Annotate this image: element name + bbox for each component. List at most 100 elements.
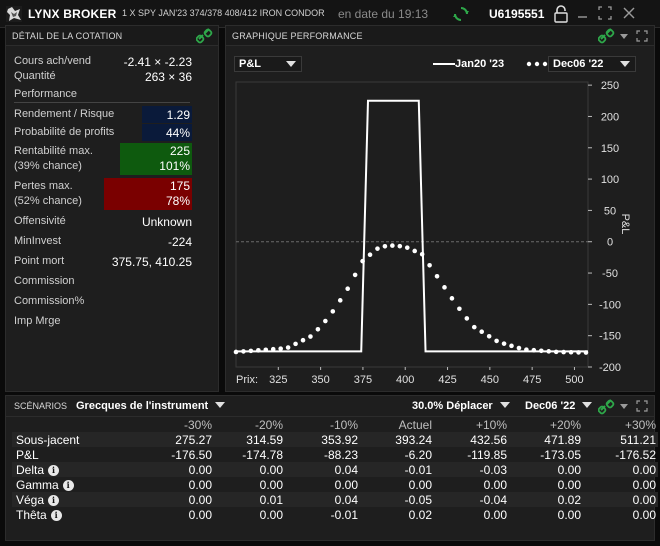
- table-cell: 0.00: [334, 478, 358, 492]
- max-loss-row: Pertes max. (52% chance) 175 78%: [14, 178, 192, 210]
- lock-icon[interactable]: [553, 5, 569, 23]
- series-dec06-point: [524, 347, 529, 352]
- link-icon[interactable]: [196, 28, 214, 44]
- series-dec06-point: [449, 296, 455, 301]
- row-label-text: Véga: [16, 493, 45, 507]
- refresh-icon[interactable]: [453, 6, 469, 22]
- panel-title: SCÉNARIOS: [14, 401, 68, 411]
- y-tick-label: 150: [601, 143, 619, 155]
- x-tick-label: 425: [438, 374, 456, 386]
- table-cell: 0.00: [188, 508, 212, 522]
- bid-ask-label: Cours ach/vend: [14, 55, 92, 67]
- table-cell: -176.52: [615, 448, 656, 462]
- legend-solid-line: [433, 63, 455, 65]
- chevron-down-icon: [582, 402, 593, 408]
- info-icon[interactable]: i: [48, 495, 60, 506]
- series-dec06-point: [248, 348, 254, 354]
- table-cell: 0.04: [334, 463, 358, 477]
- x-tick-label: 450: [481, 374, 499, 386]
- profit-probability-value: 44%: [142, 124, 192, 141]
- x-tick-label: 400: [396, 374, 414, 386]
- column-header: Actuel: [398, 418, 432, 432]
- x-tick-label: 350: [311, 374, 329, 386]
- series-dec06-point: [561, 349, 566, 355]
- chevron-down-icon: [620, 61, 630, 67]
- table-cell: 0.00: [188, 478, 212, 492]
- series-dec06-point: [464, 316, 470, 321]
- metric-select[interactable]: P&L: [234, 56, 302, 72]
- instrument-description: 1 X SPY JAN'23 374/378 408/412 IRON COND…: [122, 8, 325, 18]
- series-dec06-point: [308, 334, 313, 339]
- comparison-date-select[interactable]: Dec06 '22: [548, 56, 636, 72]
- minimize-icon[interactable]: [576, 6, 590, 20]
- y-tick-label: 50: [604, 205, 616, 217]
- account-id[interactable]: U6195551: [489, 7, 544, 21]
- link-icon[interactable]: [598, 399, 616, 415]
- margin-impact-label: Imp Mrge: [14, 315, 61, 327]
- close-icon[interactable]: [622, 6, 636, 20]
- table-cell: -119.85: [467, 448, 507, 462]
- maximize-icon[interactable]: [598, 6, 612, 20]
- scenario-date-select[interactable]: Dec06 '22: [525, 400, 593, 412]
- series-dec06-point: [300, 337, 306, 343]
- row-label-text: P&L: [16, 448, 39, 462]
- greeks-select[interactable]: Grecques de l'instrument: [76, 400, 226, 412]
- column-header: -20%: [254, 418, 283, 432]
- shift-select[interactable]: 30.0% Déplacer: [412, 400, 510, 412]
- table-cell: 0.00: [188, 463, 212, 477]
- series-dec06-point: [367, 252, 373, 258]
- expand-icon[interactable]: [636, 30, 648, 42]
- margin-impact-row: Imp Mrge: [14, 313, 192, 330]
- column-header: +30%: [624, 418, 656, 432]
- series-dec06-point: [442, 285, 447, 290]
- max-loss-box: 175 78%: [104, 178, 192, 210]
- series-dec06-point: [293, 341, 298, 347]
- table-cell: -0.01: [330, 508, 358, 522]
- max-loss-percent: 78%: [165, 194, 190, 208]
- column-header: +20%: [549, 418, 581, 432]
- table-row: Thêta i 0.00 0.00 -0.01 0.02 0.00 0.00 0.00: [12, 507, 658, 522]
- series-dec06-point: [233, 349, 239, 355]
- info-icon[interactable]: i: [62, 480, 74, 491]
- series-dec06-point: [345, 286, 350, 292]
- plot-frame: [235, 81, 589, 368]
- commission-percent-row: Commission%: [14, 293, 192, 310]
- y-tick-label: -100: [599, 299, 621, 311]
- series-dec06-point: [390, 243, 395, 248]
- min-invest-row: MinInvest -224: [14, 233, 192, 250]
- max-profit-box: 225 101%: [120, 143, 192, 175]
- performance-chart-panel: GRAPHIQUE PERFORMANCE P&L Jan20 '23 Dec0…: [225, 25, 655, 392]
- title-bar: LYNX BROKER 1 X SPY JAN'23 374/378 408/4…: [0, 0, 660, 28]
- series-dec06-point: [427, 262, 432, 268]
- series-dec06-point: [516, 345, 522, 351]
- x-axis-label: Prix:: [236, 374, 258, 386]
- x-tick-label: 475: [523, 374, 541, 386]
- table-cell: 0.00: [632, 508, 656, 522]
- table-cell: 314.59: [246, 433, 283, 447]
- row-label: Gamma i: [16, 478, 74, 492]
- expand-icon[interactable]: [636, 400, 648, 412]
- row-label-text: Sous-jacent: [16, 433, 80, 447]
- series-dec06-point: [434, 274, 440, 279]
- commission-label: Commission: [14, 275, 75, 287]
- panel-menu-icon[interactable]: [620, 34, 628, 39]
- info-icon[interactable]: i: [48, 465, 60, 476]
- y-tick-label: -50: [602, 268, 618, 280]
- series-dec06-point: [337, 298, 343, 303]
- series-dec06-point: [546, 349, 552, 354]
- link-icon[interactable]: [598, 28, 616, 44]
- break-even-row: Point mort 375.75, 410.25: [14, 253, 192, 270]
- table-cell: 0.00: [632, 478, 656, 492]
- brand-name: LYNX BROKER: [28, 7, 117, 21]
- row-label-text: Thêta: [16, 508, 47, 522]
- series-dec06-point: [486, 334, 492, 339]
- series-dec06-point: [263, 347, 269, 353]
- info-icon[interactable]: i: [50, 510, 62, 521]
- max-profit-row: Rentabilité max. (39% chance) 225 101%: [14, 143, 192, 175]
- panel-menu-icon[interactable]: [620, 404, 628, 409]
- table-cell: 353.92: [321, 433, 358, 447]
- row-label-text: Gamma: [16, 478, 59, 492]
- table-cell: -174.78: [242, 448, 283, 462]
- table-cell: -0.04: [479, 493, 507, 507]
- series-dec06-point: [568, 349, 574, 355]
